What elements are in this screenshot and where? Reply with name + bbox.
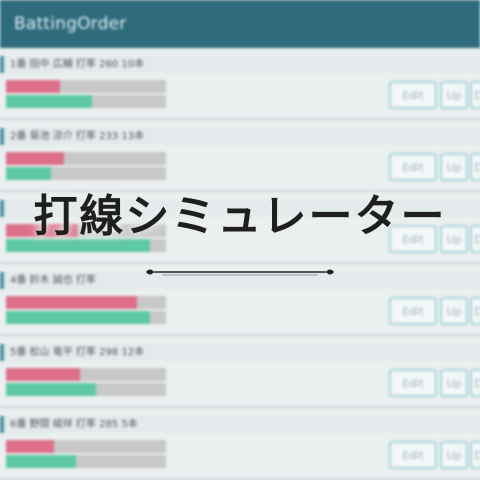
homerun-bar [6,311,166,324]
average-bar-fill [6,440,54,453]
average-bar [6,296,166,309]
batting-order-list: 1番 田中 広輔 打率 260 10本 Edit Up Dn 2番 菊池 涼介 … [0,48,480,480]
app-title: BattingOrder [14,14,127,34]
move-down-button[interactable]: Dn [470,369,480,397]
average-bar-fill [6,152,64,165]
move-down-button[interactable]: Dn [470,297,480,325]
move-down-button[interactable]: Dn [470,81,480,109]
batter-title: 6番 野間 峻祥 打率 285 5本 [0,416,480,433]
move-down-button[interactable]: Dn [470,153,480,181]
homerun-bar [6,383,166,396]
batter-title: 2番 菊池 涼介 打率 233 13本 [0,128,480,145]
title-overlay: 打線シミュレーター [0,180,480,276]
edit-button[interactable]: Edit [389,369,437,397]
homerun-bar-fill [6,311,150,324]
edit-button[interactable]: Edit [389,81,437,109]
divider-ornament-icon [146,269,334,276]
batter-row: 6番 野間 峻祥 打率 285 5本 Edit Up Dn [0,408,480,480]
average-bar-fill [6,368,80,381]
batter-row: 1番 田中 広輔 打率 260 10本 Edit Up Dn [0,48,480,120]
average-bar-fill [6,80,61,93]
move-up-button[interactable]: Up [440,369,468,397]
homerun-bar-fill [6,95,93,108]
move-up-button[interactable]: Up [440,153,468,181]
average-bar-fill [6,296,138,309]
average-bar [6,368,166,381]
batter-title: 5番 松山 竜平 打率 298 12本 [0,344,480,361]
average-bar [6,440,166,453]
move-up-button[interactable]: Up [440,441,468,469]
overlay-title: 打線シミュレーター [33,191,447,242]
homerun-bar [6,95,166,108]
edit-button[interactable]: Edit [389,153,437,181]
edit-button[interactable]: Edit [389,297,437,325]
homerun-bar-fill [6,383,96,396]
batter-row: 5番 松山 竜平 打率 298 12本 Edit Up Dn [0,336,480,408]
homerun-bar-fill [6,455,77,468]
homerun-bar [6,455,166,468]
edit-button[interactable]: Edit [389,441,437,469]
move-up-button[interactable]: Up [440,81,468,109]
average-bar [6,152,166,165]
move-up-button[interactable]: Up [440,297,468,325]
average-bar [6,80,166,93]
app-header: BattingOrder [0,0,480,48]
homerun-bar-fill [6,167,51,180]
move-down-button[interactable]: Dn [470,441,480,469]
batter-title: 1番 田中 広輔 打率 260 10本 [0,56,480,73]
homerun-bar [6,167,166,180]
